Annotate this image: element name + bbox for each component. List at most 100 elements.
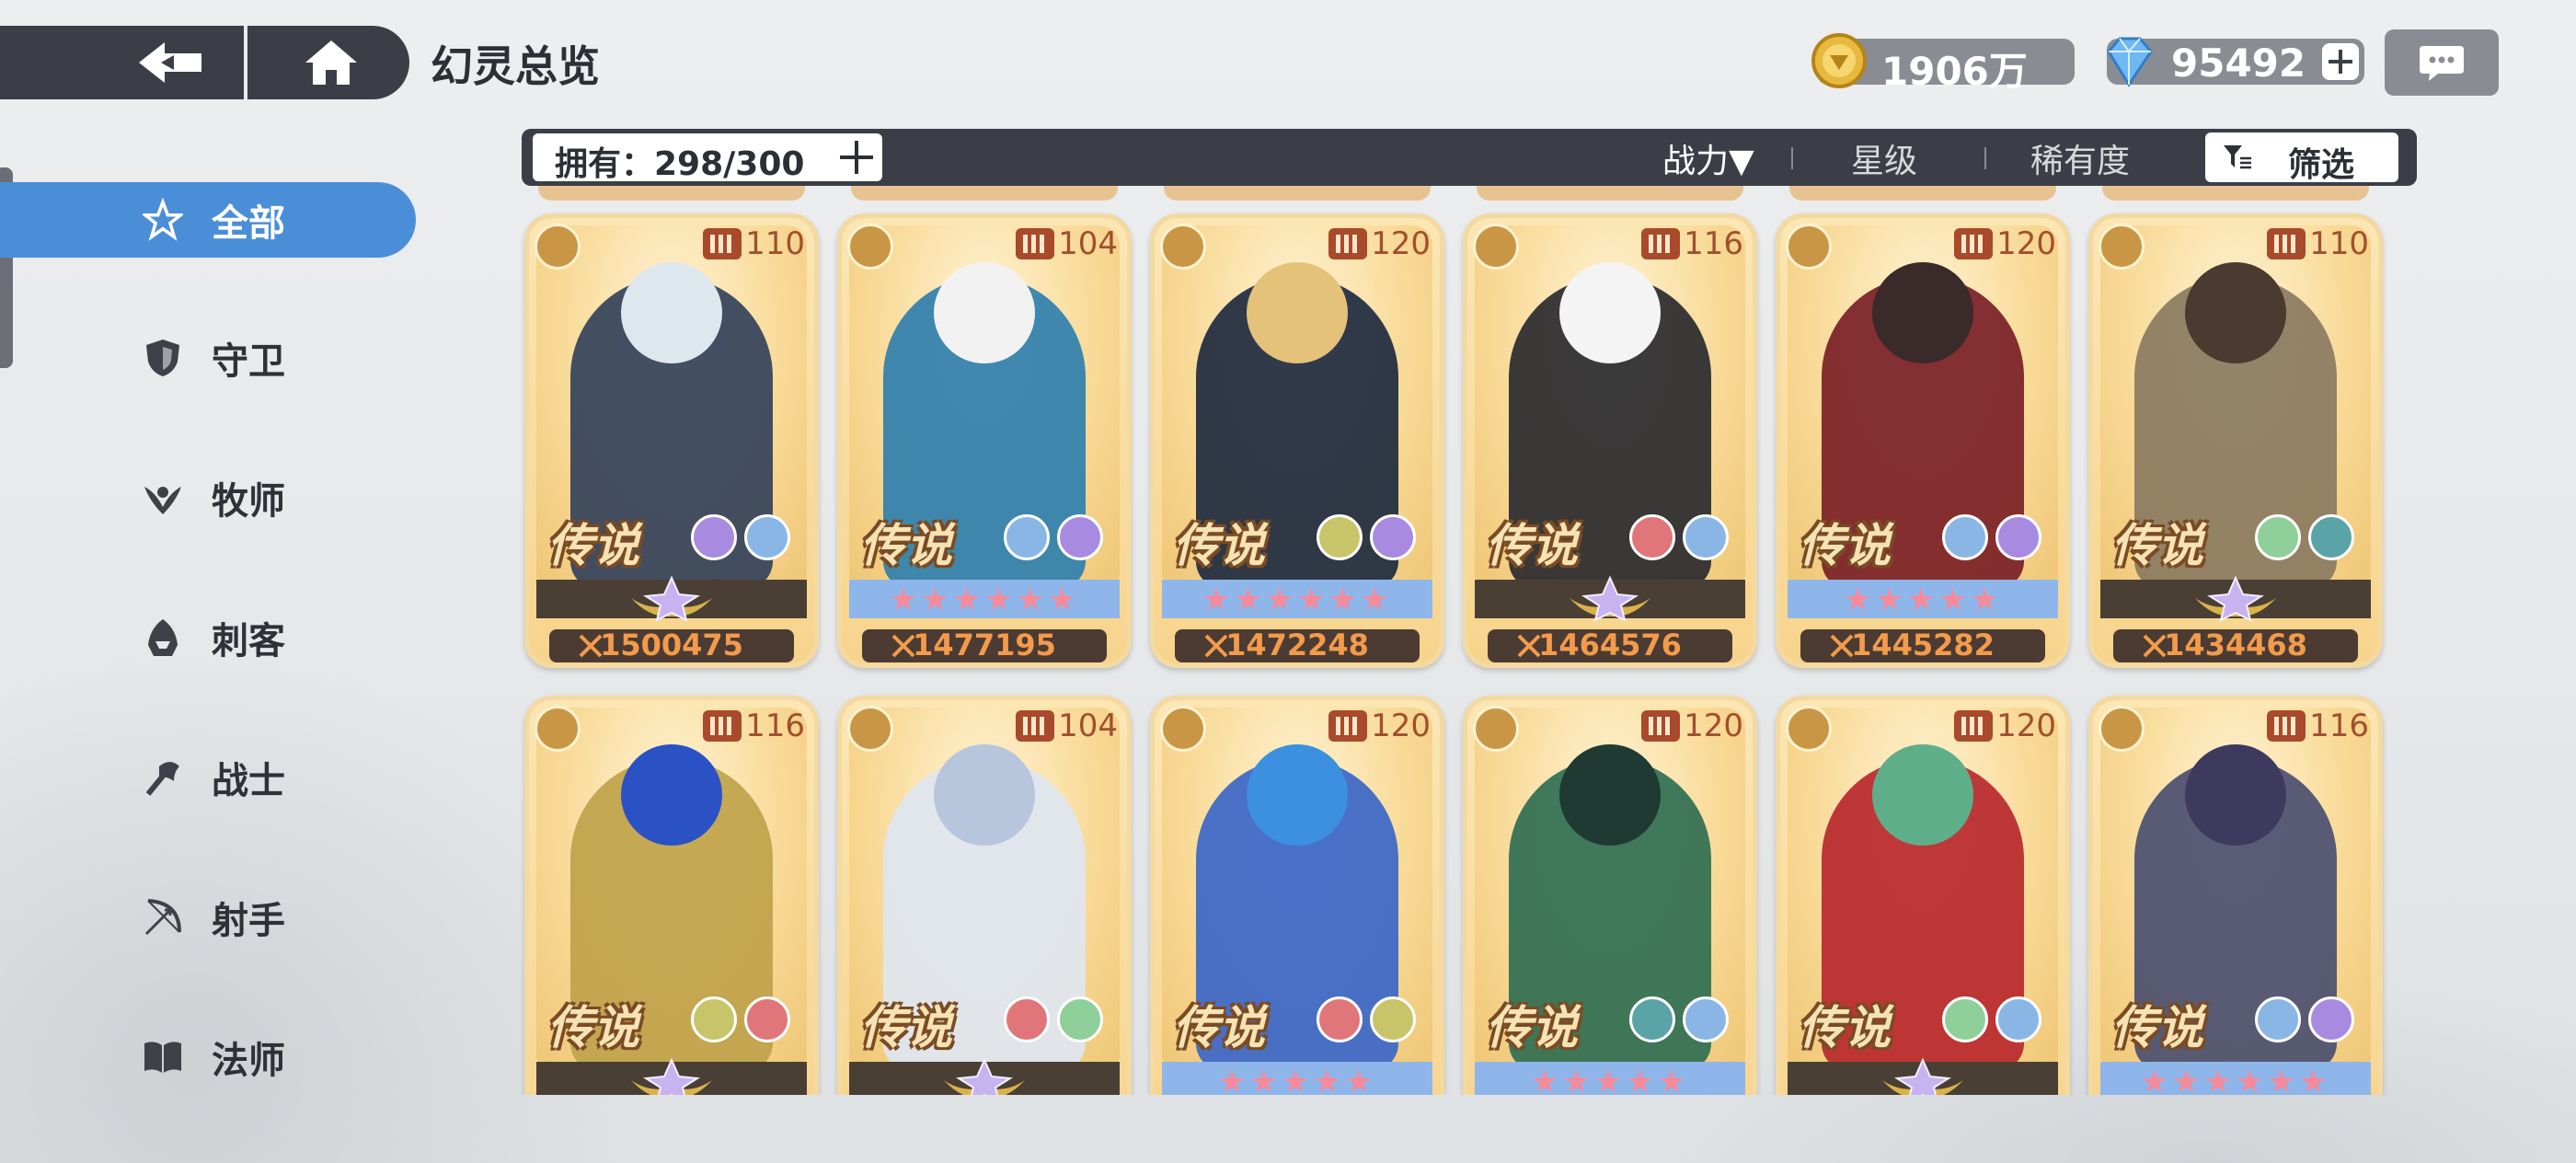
level-indicator: 120	[1328, 708, 1431, 744]
hero-card[interactable]: 110 传说 1434468	[2088, 213, 2383, 668]
sort-divider	[1984, 147, 1986, 169]
star-rating: ★★★★★★	[2140, 1064, 2331, 1095]
level-indicator: 110	[703, 225, 805, 262]
combat-power-value: 1500475	[600, 628, 743, 662]
axe-icon	[1160, 224, 1206, 270]
hero-card-grid[interactable]: 110 传说 1500475 104 传说 ★★★★★★ 1477195 120 传说 ★★★★★…	[520, 182, 2433, 1095]
hero-card[interactable]: 120 传说	[1776, 696, 2070, 1095]
element-badge-icon	[1995, 514, 2041, 560]
hero-card[interactable]: 110 传说 1500475	[524, 213, 819, 668]
hero-hair	[2185, 262, 2286, 363]
hero-hair	[1247, 744, 1348, 846]
element-badge-icon	[2308, 514, 2354, 560]
element-badge-icon	[1629, 514, 1675, 560]
rank-emblem-icon	[631, 1057, 712, 1095]
sort-star-button[interactable]: 星级	[1851, 134, 1917, 182]
hero-card[interactable]: 116 传说	[524, 696, 819, 1095]
shield-icon	[847, 706, 893, 752]
rarity-label: 传说	[2111, 1001, 2203, 1054]
hero-hair	[1247, 262, 1348, 363]
hero-hair	[1872, 262, 1973, 363]
shield-icon	[143, 338, 183, 378]
axe-icon	[1473, 706, 1519, 752]
star-rating: ★★★★★	[1530, 1064, 1690, 1095]
combat-power-value: 1477195	[913, 628, 1056, 662]
previous-row-card-edge	[538, 186, 805, 201]
element-badge-icon	[1995, 996, 2041, 1042]
assassin-icon	[143, 617, 183, 658]
axe-icon	[143, 757, 183, 798]
hero-card[interactable]: 104 传说 ★★★★★★ 1477195	[837, 213, 1132, 668]
combat-power: 1500475	[549, 628, 794, 662]
owned-counter: 拥有：298/300	[533, 133, 882, 183]
nav-divider	[244, 26, 247, 99]
hero-hair	[1559, 262, 1661, 363]
sidebar-item-assassin[interactable]: 刺客	[0, 600, 416, 675]
filter-button[interactable]: 筛选	[2205, 132, 2398, 184]
sidebar-item-mage[interactable]: 法师	[0, 1019, 416, 1095]
element-badge-icon	[1683, 996, 1729, 1042]
rarity-label: 传说	[2111, 519, 2203, 572]
add-gems-button[interactable]	[2322, 43, 2359, 80]
hero-card[interactable]: 104 传说	[837, 696, 1132, 1095]
element-badge-icon	[744, 514, 790, 560]
expand-capacity-button[interactable]	[840, 141, 873, 174]
previous-row-card-edge	[851, 186, 1118, 201]
assassin-icon	[2099, 706, 2145, 752]
gem-amount: 95492	[2171, 40, 2306, 86]
hero-card[interactable]: 120 传说 ★★★★★★ 1472248	[1150, 213, 1444, 668]
energy-bar-icon	[1328, 228, 1368, 259]
combat-power-value: 1464576	[1538, 628, 1682, 662]
back-button[interactable]	[101, 26, 239, 99]
priest-icon	[535, 224, 581, 270]
energy-bar-icon	[1016, 710, 1055, 742]
rarity-label: 传说	[860, 1001, 952, 1054]
combat-power: 1434468	[2113, 628, 2358, 662]
hero-hair	[1872, 744, 1973, 846]
hero-hair	[934, 744, 1035, 846]
element-badge-icon	[744, 996, 790, 1042]
chat-button[interactable]	[2385, 29, 2499, 96]
sidebar-item-priest[interactable]: 牧师	[0, 460, 416, 535]
hero-hair	[934, 262, 1035, 363]
priest-icon	[2099, 224, 2145, 270]
top-nav-bar	[0, 26, 409, 99]
hero-card[interactable]: 116 传说 ★★★★★★	[2088, 696, 2383, 1095]
filter-bar: 拥有：298/300 战力▼ 星级 稀有度 筛选	[522, 129, 2417, 186]
sidebar-item-all[interactable]: 全部	[0, 182, 416, 258]
star-rank-band	[849, 1057, 1120, 1095]
star-rating: ★★★★★	[1843, 582, 2003, 618]
level-indicator: 116	[2267, 708, 2369, 744]
home-button[interactable]	[276, 26, 386, 99]
rarity-label: 传说	[1799, 1001, 1891, 1054]
star-rank-band	[1475, 575, 1745, 622]
sort-divider	[1791, 147, 1793, 169]
energy-bar-icon	[1328, 710, 1368, 742]
sidebar-item-guard[interactable]: 守卫	[0, 320, 416, 396]
filter-label: 筛选	[2288, 146, 2355, 184]
level-indicator: 120	[1328, 225, 1431, 262]
sidebar-item-label: 守卫	[212, 340, 285, 383]
sidebar-item-archer[interactable]: 射手	[0, 880, 416, 955]
back-arrow-icon	[139, 42, 201, 83]
sort-rarity-button[interactable]: 稀有度	[2030, 134, 2130, 182]
energy-bar-icon	[703, 228, 742, 259]
previous-row-card-edge	[2102, 186, 2369, 201]
hero-card[interactable]: 116 传说 1464576	[1463, 213, 1757, 668]
hero-card[interactable]: 120 传说 ★★★★★	[1150, 696, 1444, 1095]
star-rank-band	[1788, 1057, 2058, 1095]
energy-bar-icon	[2267, 710, 2306, 742]
star-rank-band: ★★★★★★	[849, 580, 1120, 618]
energy-bar-icon	[1016, 228, 1055, 259]
hero-card[interactable]: 120 传说 ★★★★★ 1445282	[1776, 213, 2070, 668]
level-indicator: 116	[703, 708, 805, 744]
sidebar-item-warrior[interactable]: 战士	[0, 740, 416, 815]
sort-power-button[interactable]: 战力▼	[1662, 134, 1754, 182]
hero-card[interactable]: 120 传说 ★★★★★	[1463, 696, 1757, 1095]
sidebar-item-label: 战士	[212, 760, 285, 802]
energy-bar-icon	[1641, 228, 1681, 259]
energy-bar-icon	[1954, 710, 1994, 742]
book-icon	[1786, 706, 1832, 752]
bow-icon	[1786, 224, 1832, 270]
energy-bar-icon	[1954, 228, 1994, 259]
